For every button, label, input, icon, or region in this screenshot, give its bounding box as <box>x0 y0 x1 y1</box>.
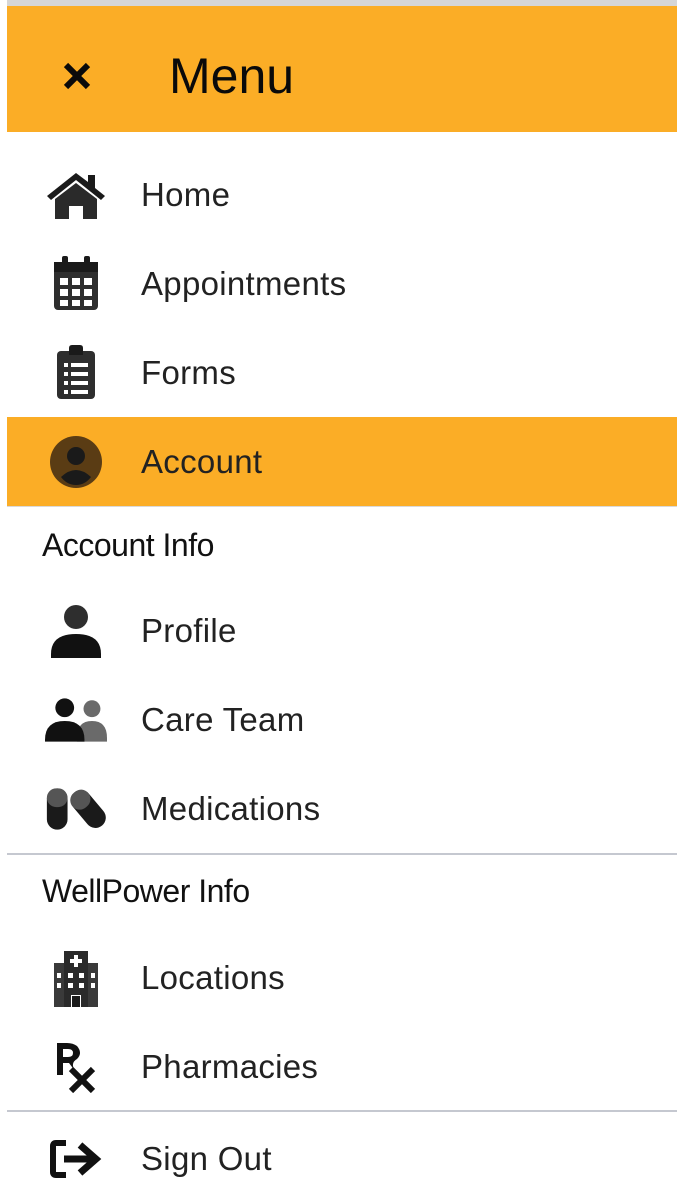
pills-icon <box>45 778 107 840</box>
nav-item-locations[interactable]: Locations <box>7 933 677 1022</box>
hospital-icon <box>45 947 107 1009</box>
section-heading-wellpower-info: WellPower Info <box>42 873 250 909</box>
nav-label-appointments: Appointments <box>141 264 347 302</box>
nav-label-profile: Profile <box>141 611 237 649</box>
nav-item-forms[interactable]: Forms <box>7 328 677 417</box>
divider <box>7 1110 677 1112</box>
nav-item-home[interactable]: Home <box>7 150 677 239</box>
home-icon <box>45 164 107 226</box>
section-heading-account-info: Account Info <box>42 527 214 563</box>
nav-label-medications: Medications <box>141 789 321 827</box>
nav-label-forms: Forms <box>141 353 236 391</box>
divider <box>7 506 677 507</box>
nav-label-pharmacies: Pharmacies <box>141 1047 319 1085</box>
nav-label-account: Account <box>141 442 263 480</box>
navigation-drawer: Menu Home Appointments Forms Account Acc… <box>0 0 677 1178</box>
calendar-icon <box>45 253 107 315</box>
nav-item-medications[interactable]: Medications <box>7 764 677 853</box>
nav-label-home: Home <box>141 175 231 213</box>
nav-item-appointments[interactable]: Appointments <box>7 239 677 328</box>
close-icon <box>59 58 95 94</box>
account-circle-icon <box>45 431 107 493</box>
nav-item-pharmacies[interactable]: Pharmacies <box>7 1022 677 1111</box>
close-button[interactable] <box>47 46 107 106</box>
menu-title: Menu <box>169 48 295 104</box>
menu-header: Menu <box>7 6 677 132</box>
sign-out-icon <box>45 1128 107 1178</box>
nav-label-care-team: Care Team <box>141 700 305 738</box>
users-icon <box>45 689 107 751</box>
divider <box>7 853 677 855</box>
nav-label-locations: Locations <box>141 958 285 996</box>
user-icon <box>45 600 107 662</box>
nav-item-account[interactable]: Account <box>7 417 677 506</box>
nav-item-care-team[interactable]: Care Team <box>7 675 677 764</box>
nav-item-profile[interactable]: Profile <box>7 586 677 675</box>
sign-out-button[interactable]: Sign Out <box>7 1114 677 1178</box>
nav-label-sign-out: Sign Out <box>141 1139 272 1177</box>
prescription-icon <box>45 1036 107 1098</box>
clipboard-icon <box>45 342 107 404</box>
